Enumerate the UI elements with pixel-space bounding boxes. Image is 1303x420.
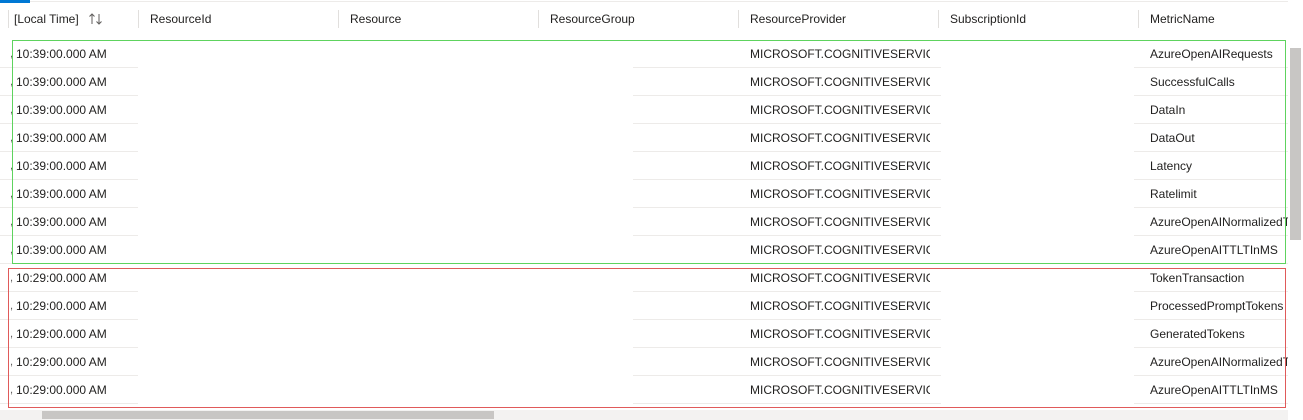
column-resizer[interactable] [1138, 10, 1139, 28]
column-header-resourceprovider[interactable]: ResourceProvider [750, 4, 846, 34]
column-header-label: ResourceId [150, 12, 212, 26]
column-resizer[interactable] [938, 10, 939, 28]
active-tab-indicator [0, 0, 30, 3]
column-header-subscriptionid[interactable]: SubscriptionId [950, 4, 1026, 34]
column-header-label: ResourceGroup [550, 12, 635, 26]
column-header-label: MetricName [1150, 12, 1215, 26]
sort-ascending-descending-icon[interactable] [88, 12, 106, 26]
red-highlight-box [8, 268, 1286, 408]
horizontal-scrollbar-thumb[interactable] [42, 411, 494, 419]
column-header-label: [Local Time] [14, 12, 79, 26]
green-highlight-box [12, 40, 1286, 264]
column-resizer[interactable] [738, 10, 739, 28]
column-header-resource[interactable]: Resource [350, 4, 401, 34]
column-header-resourcegroup[interactable]: ResourceGroup [550, 4, 635, 34]
column-header-metricname[interactable]: MetricName [1150, 4, 1215, 34]
column-header-label: ResourceProvider [750, 12, 847, 26]
column-resizer[interactable] [538, 10, 539, 28]
column-resizer[interactable] [138, 10, 139, 28]
column-header-local-time[interactable]: [Local Time] [14, 4, 79, 34]
column-header-label: Resource [350, 12, 402, 26]
column-header-row: [Local Time] ResourceId Resource Resourc… [0, 4, 1288, 34]
column-resizer[interactable] [338, 10, 339, 28]
column-header-resourceid[interactable]: ResourceId [150, 4, 211, 34]
column-resizer[interactable] [8, 10, 9, 28]
vertical-scrollbar-thumb[interactable] [1290, 48, 1301, 240]
column-header-label: SubscriptionId [950, 12, 1027, 26]
header-divider [30, 1, 1288, 2]
